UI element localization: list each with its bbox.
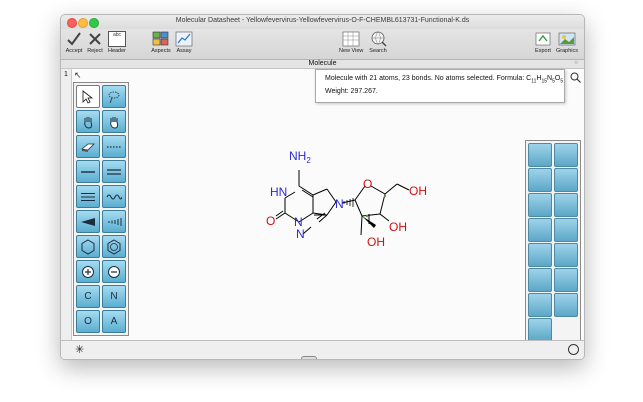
circle-status-icon[interactable] xyxy=(568,344,579,355)
nitrogen-atom-tool[interactable]: N xyxy=(102,285,126,308)
carbon-atom-tool[interactable]: C xyxy=(76,285,100,308)
drawing-tool-palette: C N O A xyxy=(73,82,129,336)
new-view-label: New View xyxy=(339,48,364,54)
template-polycyclic-icon[interactable] xyxy=(554,193,578,217)
resize-arrow-icon[interactable]: ↖ xyxy=(74,70,82,81)
template-aromatic-icon[interactable] xyxy=(528,218,552,242)
search-button[interactable]: Search xyxy=(366,30,390,54)
triple-bond-tool-icon[interactable] xyxy=(76,185,100,208)
template-cyclopentane-icon[interactable] xyxy=(528,268,552,292)
asterisk-add-icon[interactable]: ✳ xyxy=(75,343,84,356)
graphics-button[interactable]: Graphics xyxy=(555,30,579,54)
ring-oxygen-label: O xyxy=(363,177,372,191)
reject-label: Reject xyxy=(87,48,103,54)
template-steroid-icon[interactable] xyxy=(528,243,552,267)
row-number-column: 1 xyxy=(61,69,72,349)
header-label: Header xyxy=(107,48,127,54)
graphics-icon xyxy=(558,30,576,47)
lasso-tool-icon[interactable] xyxy=(102,85,126,108)
negative-charge-tool-icon[interactable] xyxy=(102,260,126,283)
graphics-label: Graphics xyxy=(555,48,578,54)
template-cage-icon[interactable] xyxy=(554,243,578,267)
title-bar: Molecular Datasheet - Yellowfevervirus-Y… xyxy=(61,15,584,29)
positive-charge-tool-icon[interactable] xyxy=(76,260,100,283)
search-label: Search xyxy=(369,48,387,54)
c2-hydroxyl-label: OH xyxy=(367,235,385,249)
export-icon xyxy=(534,30,552,47)
eraser-tool-icon[interactable] xyxy=(76,135,100,158)
any-atom-tool[interactable]: A xyxy=(102,310,126,333)
row-number: 1 xyxy=(64,71,68,78)
molecule-weight: Weight: 297.267. xyxy=(325,88,378,95)
n7-label: N xyxy=(296,227,305,241)
header-button[interactable]: abc Header xyxy=(105,30,129,54)
header-icon: abc xyxy=(108,30,126,47)
export-button[interactable]: Export xyxy=(531,30,555,54)
assay-label: Assay xyxy=(176,48,192,54)
header-icon-text: abc xyxy=(108,30,126,47)
assay-chart-icon xyxy=(175,30,193,47)
hand-rotate-tool-icon[interactable] xyxy=(102,110,126,133)
aspects-button[interactable]: Aspects xyxy=(149,30,173,54)
double-bond-tool-icon[interactable] xyxy=(102,160,126,183)
ring-tool-icon[interactable] xyxy=(76,235,100,258)
column-options-icon[interactable]: ○ xyxy=(572,60,580,67)
oxygen-atom-tool[interactable]: O xyxy=(76,310,100,333)
search-globe-icon xyxy=(369,30,387,47)
reject-button[interactable]: Reject xyxy=(83,30,107,54)
c3-hydroxyl-label: OH xyxy=(389,220,407,234)
n9-label: N xyxy=(335,197,344,211)
bottom-bar: ✳ xyxy=(61,340,584,359)
pointer-tool-icon[interactable] xyxy=(76,85,100,108)
template-fused-ring-icon[interactable] xyxy=(528,193,552,217)
fragment-templates-palette xyxy=(525,140,581,342)
template-macrocycle-icon[interactable] xyxy=(554,293,578,317)
template-shapes-icon[interactable] xyxy=(528,143,552,167)
hash-bond-tool-icon[interactable] xyxy=(102,210,126,233)
cross-icon xyxy=(86,30,104,47)
datasheet-content: Molecule ○ 1 ↖ C N O A Molecule with 21 … xyxy=(61,60,584,359)
window-title: Molecular Datasheet - Yellowfevervirus-Y… xyxy=(175,17,470,24)
checkmark-icon xyxy=(65,30,83,47)
new-view-button[interactable]: New View xyxy=(339,30,363,54)
new-view-icon xyxy=(342,30,360,47)
dotted-bond-tool-icon[interactable] xyxy=(102,135,126,158)
scroll-handle[interactable] xyxy=(301,356,317,359)
main-toolbar: Accept Reject abc Header Aspects Assay N… xyxy=(61,29,584,60)
carbonyl-oxygen-label: O xyxy=(266,214,275,228)
stereo-center-marker xyxy=(365,214,369,218)
formula-o-count: 5 xyxy=(560,78,564,85)
wedge-bond-tool-icon[interactable] xyxy=(76,210,100,233)
template-heterocycle-icon[interactable] xyxy=(554,218,578,242)
molecule-info-box: Molecule with 21 atoms, 23 bonds. No ato… xyxy=(315,69,565,103)
aspects-label: Aspects xyxy=(151,48,171,54)
template-naphthalene-icon[interactable] xyxy=(554,268,578,292)
zoom-search-icon[interactable] xyxy=(570,70,581,83)
template-chain-icon[interactable] xyxy=(554,143,578,167)
template-ring-icon[interactable] xyxy=(528,168,552,192)
hand-move-tool-icon[interactable] xyxy=(76,110,100,133)
template-bicyclic-icon[interactable] xyxy=(554,168,578,192)
stereo-center-marker xyxy=(383,194,387,198)
molecule-column-header[interactable]: Molecule xyxy=(61,60,584,69)
wavy-bond-tool-icon[interactable] xyxy=(102,185,126,208)
nh2-n: NH xyxy=(289,149,306,163)
aspects-icon xyxy=(152,30,170,47)
export-label: Export xyxy=(535,48,551,54)
hn-label: HN xyxy=(270,185,287,199)
template-spiro-icon[interactable] xyxy=(528,318,552,342)
single-bond-tool-icon[interactable] xyxy=(76,160,100,183)
molecular-datasheet-window: Molecular Datasheet - Yellowfevervirus-Y… xyxy=(60,14,585,360)
summary-prefix: Molecule with 21 atoms, 23 bonds. No ato… xyxy=(325,75,532,82)
nh2-label: NH2 xyxy=(289,149,311,165)
assay-button[interactable]: Assay xyxy=(172,30,196,54)
molecule-structure[interactable]: NH2 HN O N N N O OH OH OH xyxy=(131,104,515,334)
template-sugar-icon[interactable] xyxy=(528,293,552,317)
hydroxymethyl-oh-label: OH xyxy=(409,184,427,198)
nh2-sub: 2 xyxy=(306,156,311,165)
aromatic-ring-tool-icon[interactable] xyxy=(102,235,126,258)
molecule-summary: Molecule with 21 atoms, 23 bonds. No ato… xyxy=(325,75,563,84)
